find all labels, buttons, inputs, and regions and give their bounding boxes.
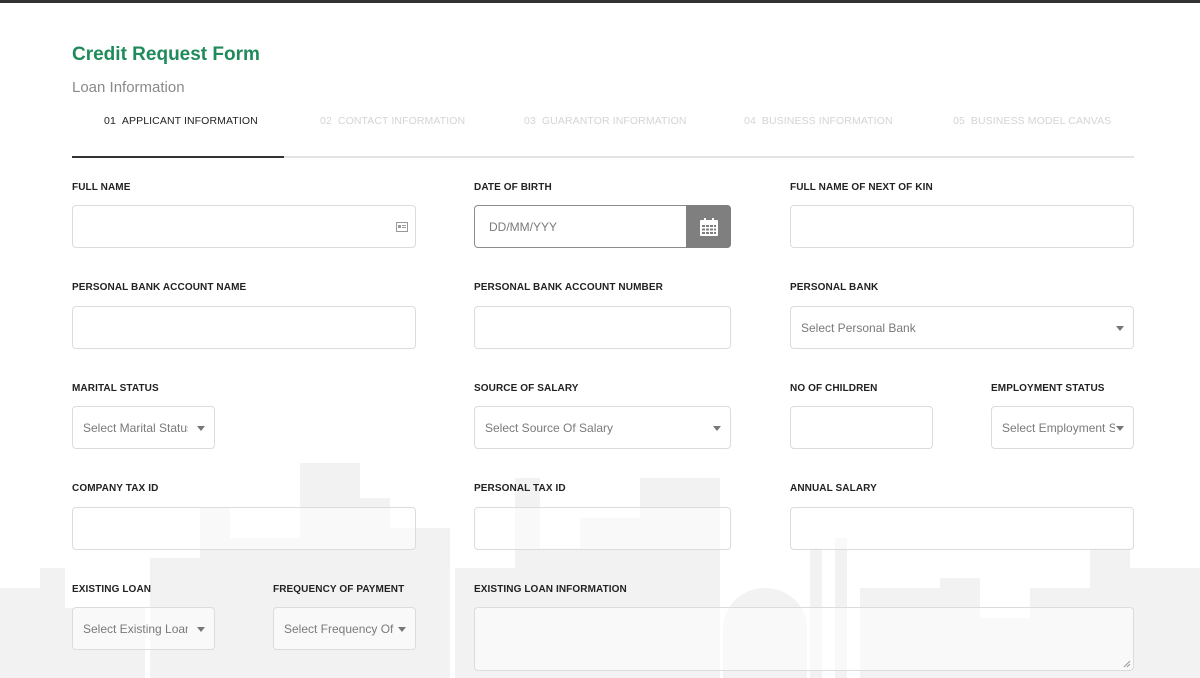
- frequency-of-payment-label: FREQUENCY OF PAYMENT: [273, 584, 405, 595]
- calendar-icon: [699, 217, 718, 236]
- tab-number: 04: [744, 115, 756, 127]
- employment-status-label: EMPLOYMENT STATUS: [991, 383, 1105, 394]
- personal-bank-placeholder: Select Personal Bank: [801, 321, 916, 335]
- tab-label: BUSINESS MODEL CANVAS: [970, 115, 1112, 127]
- chevron-down-icon: [197, 426, 205, 431]
- tab-number: 01: [104, 115, 116, 127]
- existing-loan-placeholder: Select Existing Loan: [83, 622, 188, 636]
- company-tax-id-label: COMPANY TAX ID: [72, 483, 159, 494]
- chevron-down-icon: [713, 426, 721, 431]
- existing-loan-select[interactable]: Select Existing Loan: [72, 607, 215, 650]
- existing-loan-information-label: EXISTING LOAN INFORMATION: [474, 584, 627, 595]
- tab-guarantor-information[interactable]: 03 GUARANTOR INFORMATION: [524, 115, 687, 127]
- tab-label: BUSINESS INFORMATION: [761, 115, 893, 127]
- annual-salary-field[interactable]: [790, 507, 1134, 550]
- marital-status-label: MARITAL STATUS: [72, 383, 159, 394]
- tab-applicant-information[interactable]: 01 APPLICANT INFORMATION: [104, 115, 258, 127]
- resize-handle-icon[interactable]: [1123, 660, 1131, 668]
- section-subtitle: Loan Information: [72, 79, 185, 96]
- credit-request-form: Credit Request Form Loan Information 01 A…: [0, 0, 1200, 678]
- tab-business-information[interactable]: 04 BUSINESS INFORMATION: [744, 115, 893, 127]
- page-title: Credit Request Form: [72, 44, 260, 65]
- marital-status-select[interactable]: Select Marital Status: [72, 406, 215, 449]
- chevron-down-icon: [398, 627, 406, 632]
- personal-tax-id-label: PERSONAL TAX ID: [474, 483, 566, 494]
- existing-loan-label: EXISTING LOAN: [72, 584, 152, 595]
- next-of-kin-field[interactable]: [790, 205, 1134, 248]
- annual-salary-label: ANNUAL SALARY: [790, 483, 877, 494]
- date-of-birth-field[interactable]: DD/MM/YYY: [474, 205, 731, 248]
- date-of-birth-placeholder: DD/MM/YYY: [489, 220, 558, 234]
- next-of-kin-label: FULL NAME OF NEXT OF KIN: [790, 182, 933, 193]
- bank-account-number-field[interactable]: [474, 306, 731, 349]
- date-of-birth-label: DATE OF BIRTH: [474, 182, 552, 193]
- calendar-button[interactable]: [686, 205, 731, 248]
- personal-bank-label: PERSONAL BANK: [790, 282, 879, 293]
- existing-loan-information-textarea[interactable]: [474, 607, 1134, 671]
- chevron-down-icon: [1116, 426, 1124, 431]
- source-of-salary-select[interactable]: Select Source Of Salary: [474, 406, 731, 449]
- tab-number: 05: [953, 115, 965, 127]
- employment-status-placeholder: Select Employment Status: [1002, 421, 1115, 435]
- tab-label: GUARANTOR INFORMATION: [541, 115, 687, 127]
- bank-account-number-label: PERSONAL BANK ACCOUNT NUMBER: [474, 282, 663, 293]
- full-name-label: FULL NAME: [72, 182, 131, 193]
- source-of-salary-placeholder: Select Source Of Salary: [485, 421, 614, 435]
- chevron-down-icon: [197, 627, 205, 632]
- personal-tax-id-field[interactable]: [474, 507, 731, 550]
- no-of-children-field[interactable]: [790, 406, 933, 449]
- personal-bank-select[interactable]: Select Personal Bank: [790, 306, 1134, 349]
- tab-contact-information[interactable]: 02 CONTACT INFORMATION: [320, 115, 465, 127]
- chevron-down-icon: [1116, 326, 1124, 331]
- company-tax-id-field[interactable]: [72, 507, 416, 550]
- tab-label: CONTACT INFORMATION: [337, 115, 466, 127]
- bank-account-name-field[interactable]: [72, 306, 416, 349]
- tab-business-model-canvas[interactable]: 05 BUSINESS MODEL CANVAS: [953, 115, 1111, 127]
- form-steps-tabs: 01 APPLICANT INFORMATION 02 CONTACT INFORM…: [72, 112, 1134, 158]
- active-tab-indicator: [72, 156, 284, 158]
- no-of-children-label: NO OF CHILDREN: [790, 383, 878, 394]
- employment-status-select[interactable]: Select Employment Status: [991, 406, 1134, 449]
- id-card-icon: [396, 222, 408, 232]
- tab-number: 02: [320, 115, 332, 127]
- tab-label: APPLICANT INFORMATION: [121, 115, 258, 127]
- tab-number: 03: [524, 115, 536, 127]
- full-name-field[interactable]: [72, 205, 416, 248]
- marital-status-placeholder: Select Marital Status: [83, 421, 188, 435]
- frequency-of-payment-select[interactable]: Select Frequency Of Payment: [273, 607, 416, 650]
- bank-account-name-label: PERSONAL BANK ACCOUNT NAME: [72, 282, 247, 293]
- source-of-salary-label: SOURCE OF SALARY: [474, 383, 579, 394]
- frequency-of-payment-placeholder: Select Frequency Of Payment: [284, 622, 397, 636]
